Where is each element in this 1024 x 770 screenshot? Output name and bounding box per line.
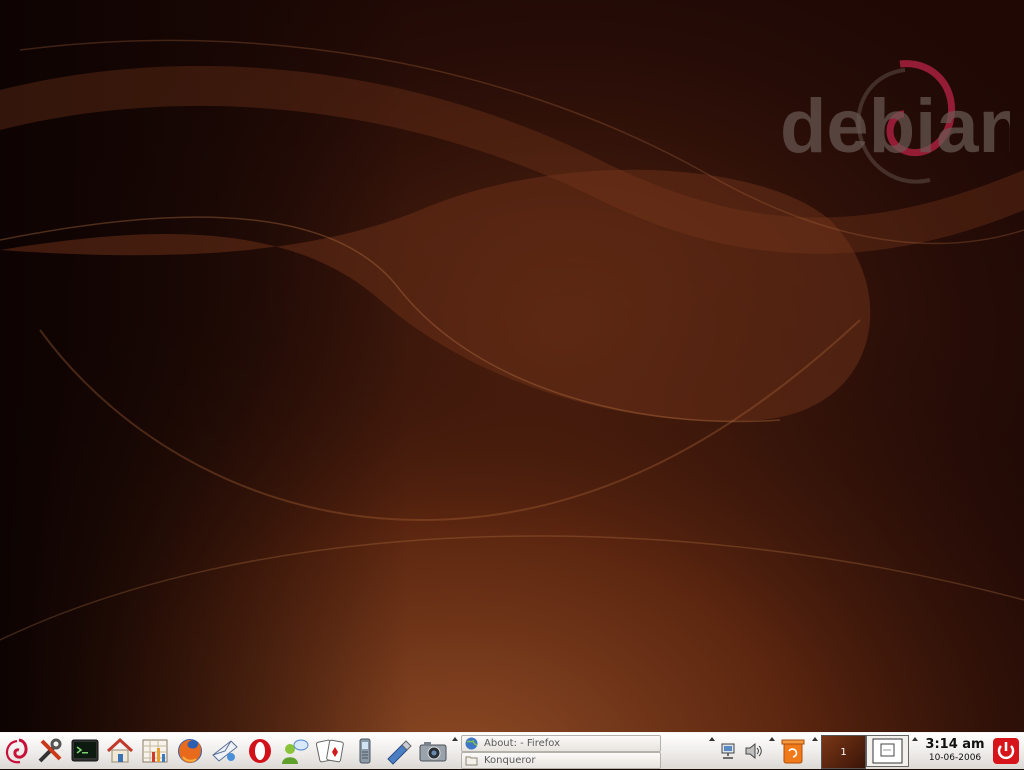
usb-drive-icon bbox=[387, 740, 412, 765]
pager-desktop-number: 1 bbox=[840, 746, 847, 758]
taskbar-button-firefox[interactable]: About: - Firefox bbox=[461, 735, 661, 752]
clock[interactable]: 3:14 am 10-06-2006 bbox=[920, 734, 990, 766]
trash-applet-arrow[interactable] bbox=[769, 735, 775, 743]
taskbar-button-konqueror[interactable]: Konqueror bbox=[461, 752, 661, 769]
arrow-up-icon bbox=[812, 737, 818, 741]
terminal-icon bbox=[71, 739, 99, 762]
cards-game-icon bbox=[316, 739, 344, 763]
spreadsheet-icon bbox=[142, 739, 168, 763]
power-icon bbox=[993, 738, 1019, 764]
network-tray[interactable] bbox=[716, 735, 740, 767]
arrow-up-icon bbox=[709, 737, 715, 741]
firefox-launcher[interactable] bbox=[175, 735, 205, 767]
taskbar-label-konqueror: Konqueror bbox=[484, 755, 536, 766]
terminal-launcher[interactable] bbox=[70, 735, 100, 767]
email-launcher[interactable] bbox=[210, 735, 240, 767]
logout-button[interactable] bbox=[990, 735, 1022, 767]
arrow-up-icon bbox=[912, 737, 918, 741]
chat-icon bbox=[282, 739, 309, 764]
debian-menu-icon bbox=[5, 738, 28, 764]
opera-launcher[interactable] bbox=[245, 735, 275, 767]
clock-applet-arrow[interactable] bbox=[912, 735, 918, 743]
phone-icon bbox=[359, 738, 371, 764]
debian-menu-button[interactable] bbox=[1, 735, 31, 767]
phone-launcher[interactable] bbox=[350, 735, 380, 767]
debian-logo: debian bbox=[780, 60, 1010, 184]
volume-icon bbox=[745, 742, 762, 760]
pager-applet-arrow[interactable] bbox=[812, 735, 818, 743]
clock-time: 3:14 am bbox=[925, 737, 985, 752]
taskbar-applet-arrow[interactable] bbox=[452, 735, 458, 743]
debian-logo-text: debian bbox=[780, 84, 1010, 169]
folder-icon bbox=[465, 756, 478, 766]
kde-panel: About: - Firefox Konqueror 1 bbox=[0, 732, 1024, 769]
opera-icon bbox=[249, 739, 271, 763]
tray-applet-arrow[interactable] bbox=[709, 735, 715, 743]
arrow-up-icon bbox=[769, 737, 775, 741]
taskbar-label-firefox: About: - Firefox bbox=[484, 738, 560, 749]
pager-desktop-1[interactable]: 1 bbox=[821, 735, 866, 769]
camera-launcher[interactable] bbox=[418, 735, 448, 767]
cards-game-launcher[interactable] bbox=[315, 735, 345, 767]
camera-icon bbox=[419, 742, 447, 762]
show-desktop-button[interactable] bbox=[866, 735, 909, 767]
spreadsheet-launcher[interactable] bbox=[140, 735, 170, 767]
trash-icon bbox=[781, 739, 805, 764]
home-icon bbox=[106, 737, 134, 763]
clock-date: 10-06-2006 bbox=[928, 753, 982, 763]
tools-launcher[interactable] bbox=[35, 735, 65, 767]
trash-tray[interactable] bbox=[778, 735, 808, 767]
window-list-icon bbox=[872, 738, 903, 764]
arrow-up-icon bbox=[452, 737, 458, 741]
globe-icon bbox=[465, 737, 478, 750]
volume-tray[interactable] bbox=[742, 735, 766, 767]
usb-drive-launcher[interactable] bbox=[384, 735, 414, 767]
home-launcher[interactable] bbox=[105, 735, 135, 767]
email-icon bbox=[212, 740, 238, 762]
chat-launcher[interactable] bbox=[280, 735, 310, 767]
firefox-icon bbox=[178, 739, 202, 763]
network-icon bbox=[721, 743, 735, 759]
desktop-background[interactable]: debian bbox=[0, 0, 1024, 732]
tools-icon bbox=[38, 738, 62, 763]
